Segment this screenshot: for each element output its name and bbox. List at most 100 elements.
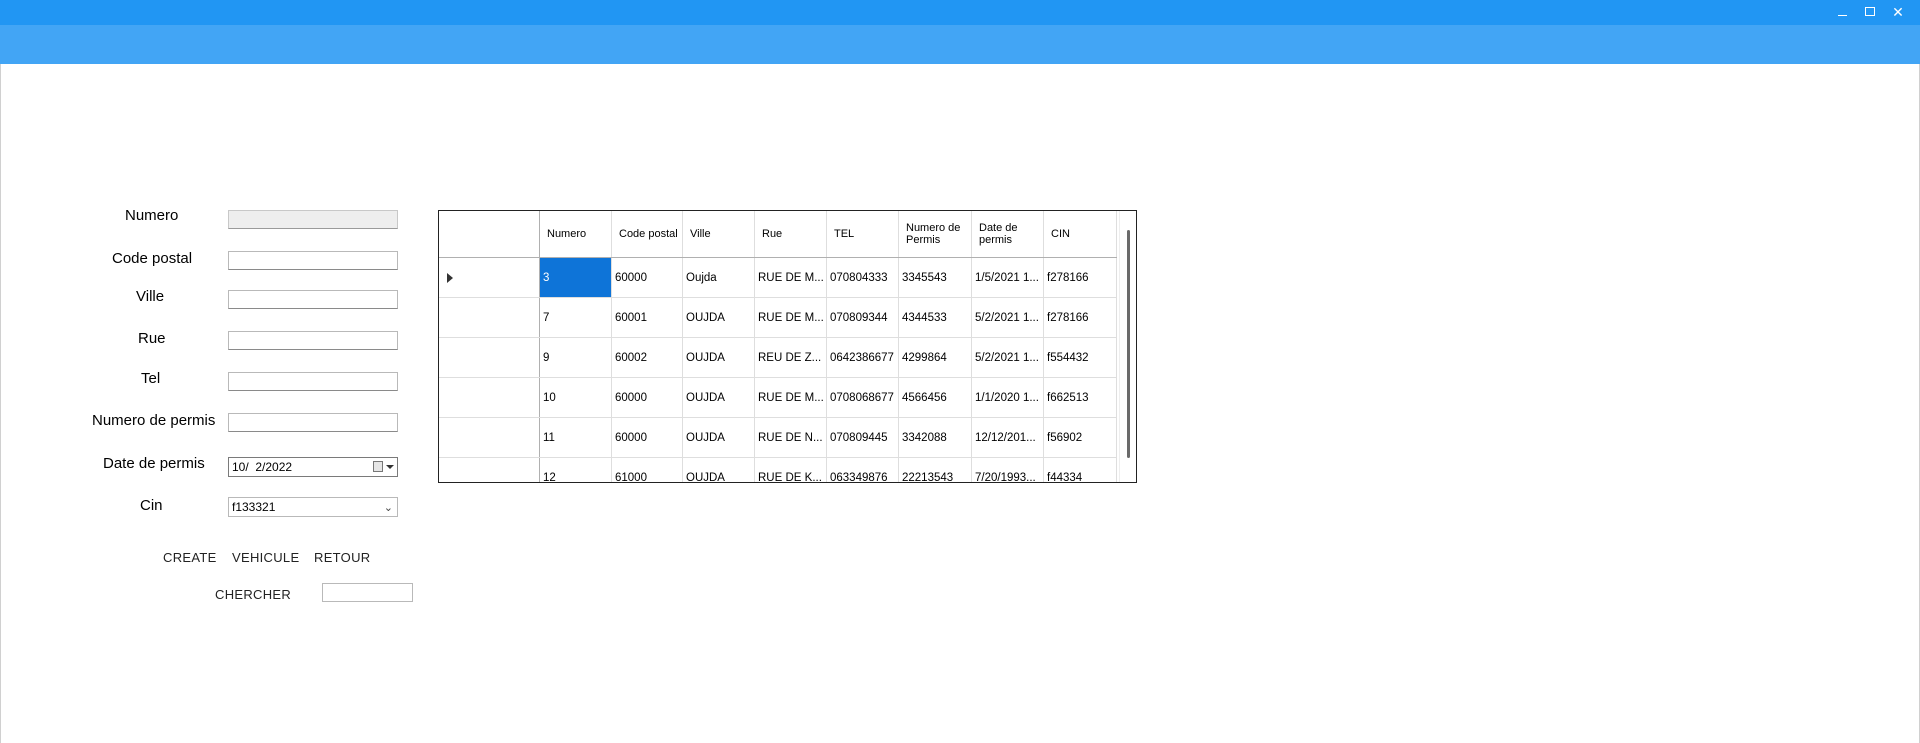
row-header[interactable]: [439, 458, 540, 482]
column-header[interactable]: Ville: [683, 211, 755, 257]
table-cell[interactable]: RUE DE M...: [755, 298, 827, 337]
numero-label: Numero: [125, 207, 179, 224]
table-cell[interactable]: 070809445: [827, 418, 899, 457]
table-cell[interactable]: RUE DE M...: [755, 378, 827, 417]
table-cell[interactable]: 12/12/201...: [972, 418, 1044, 457]
numero-permis-field[interactable]: [228, 413, 398, 432]
table-cell[interactable]: RUE DE N...: [755, 418, 827, 457]
table-cell[interactable]: OUJDA: [683, 418, 755, 457]
table-cell[interactable]: f44334: [1044, 458, 1117, 482]
vertical-scrollbar[interactable]: [1119, 211, 1136, 482]
table-cell[interactable]: OUJDA: [683, 378, 755, 417]
column-header[interactable]: Rue: [755, 211, 827, 257]
table-cell[interactable]: f554432: [1044, 338, 1117, 377]
cin-label: Cin: [140, 497, 163, 514]
table-cell[interactable]: 60002: [612, 338, 683, 377]
table-cell[interactable]: 10: [540, 378, 612, 417]
rue-field[interactable]: [228, 331, 398, 350]
table-row[interactable]: 12 61000 OUJDA RUE DE K... 063349876 22213543…: [439, 458, 1117, 482]
table-cell[interactable]: OUJDA: [683, 338, 755, 377]
table-cell[interactable]: 4299864: [899, 338, 972, 377]
table-cell[interactable]: 12: [540, 458, 612, 482]
table-cell[interactable]: OUJDA: [683, 458, 755, 482]
table-cell[interactable]: 4566456: [899, 378, 972, 417]
column-header[interactable]: Code postal: [612, 211, 683, 257]
tel-label: Tel: [141, 370, 161, 387]
data-grid[interactable]: Numero Code postal Ville Rue TEL Numero …: [438, 210, 1137, 483]
tel-field[interactable]: [228, 372, 398, 391]
table-cell[interactable]: 1/5/2021 1...: [972, 258, 1044, 297]
table-cell[interactable]: 11: [540, 418, 612, 457]
row-header[interactable]: [439, 298, 540, 337]
table-cell[interactable]: 3342088: [899, 418, 972, 457]
row-header[interactable]: [439, 378, 540, 417]
chercher-button[interactable]: CHERCHER: [215, 587, 291, 602]
calendar-icon[interactable]: [373, 461, 383, 472]
table-row[interactable]: 9 60002 OUJDA REU DE Z... 0642386677 4299864 5…: [439, 338, 1117, 378]
date-permis-picker[interactable]: 10/ 2/2022: [228, 457, 398, 477]
column-header[interactable]: Numero de Permis: [899, 211, 972, 257]
table-cell[interactable]: f56902: [1044, 418, 1117, 457]
table-cell[interactable]: 0708068677: [827, 378, 899, 417]
row-header[interactable]: [439, 338, 540, 377]
table-cell[interactable]: RUE DE K...: [755, 458, 827, 482]
table-cell[interactable]: 61000: [612, 458, 683, 482]
current-row-arrow-icon: [447, 273, 453, 283]
table-cell[interactable]: 9: [540, 338, 612, 377]
table-cell[interactable]: 1/1/2020 1...: [972, 378, 1044, 417]
table-cell[interactable]: 60000: [612, 378, 683, 417]
table-cell[interactable]: f278166: [1044, 298, 1117, 337]
close-button[interactable]: ✕: [1890, 3, 1906, 21]
table-row[interactable]: 10 60000 OUJDA RUE DE M... 0708068677 4566456…: [439, 378, 1117, 418]
maximize-button[interactable]: [1862, 3, 1878, 21]
table-cell[interactable]: f278166: [1044, 258, 1117, 297]
table-cell[interactable]: 070804333: [827, 258, 899, 297]
column-header[interactable]: Numero: [540, 211, 612, 257]
code-postal-field[interactable]: [228, 251, 398, 270]
search-input[interactable]: [322, 583, 413, 602]
vehicule-button[interactable]: VEHICULE: [232, 550, 299, 565]
dropdown-arrow-icon[interactable]: [386, 465, 394, 469]
table-cell[interactable]: 7: [540, 298, 612, 337]
table-cell[interactable]: 4344533: [899, 298, 972, 337]
scrollbar-thumb[interactable]: [1127, 230, 1130, 458]
date-permis-label: Date de permis: [103, 455, 205, 472]
table-row[interactable]: 7 60001 OUJDA RUE DE M... 070809344 4344533 5/…: [439, 298, 1117, 338]
table-cell[interactable]: RUE DE M...: [755, 258, 827, 297]
ville-label: Ville: [136, 288, 165, 305]
table-cell[interactable]: 070809344: [827, 298, 899, 337]
table-cell[interactable]: 3345543: [899, 258, 972, 297]
table-cell[interactable]: f662513: [1044, 378, 1117, 417]
table-cell[interactable]: 0642386677: [827, 338, 899, 377]
chevron-down-icon[interactable]: ⌄: [384, 501, 393, 514]
table-row[interactable]: 11 60000 OUJDA RUE DE N... 070809445 3342088 1…: [439, 418, 1117, 458]
table-row[interactable]: 3 60000 Oujda RUE DE M... 070804333 3345543 1/…: [439, 258, 1117, 298]
table-cell[interactable]: 063349876: [827, 458, 899, 482]
table-cell[interactable]: 5/2/2021 1...: [972, 298, 1044, 337]
title-bar: ✕: [0, 0, 1920, 25]
app-header-bar: [0, 25, 1920, 64]
column-header[interactable]: CIN: [1044, 211, 1117, 257]
row-header[interactable]: [439, 258, 540, 297]
cin-select[interactable]: f133321 ⌄: [228, 497, 398, 517]
close-icon: ✕: [1892, 4, 1904, 20]
row-header[interactable]: [439, 418, 540, 457]
table-cell[interactable]: 60001: [612, 298, 683, 337]
table-cell[interactable]: 22213543: [899, 458, 972, 482]
ville-field[interactable]: [228, 290, 398, 309]
table-cell[interactable]: OUJDA: [683, 298, 755, 337]
table-cell[interactable]: 3: [540, 258, 612, 297]
table-cell[interactable]: 7/20/1993...: [972, 458, 1044, 482]
minimize-button[interactable]: [1834, 3, 1850, 21]
table-cell[interactable]: 60000: [612, 418, 683, 457]
retour-button[interactable]: RETOUR: [314, 550, 370, 565]
column-header[interactable]: Date de permis: [972, 211, 1044, 257]
numero-field[interactable]: [228, 210, 398, 229]
table-cell[interactable]: 60000: [612, 258, 683, 297]
column-header[interactable]: TEL: [827, 211, 899, 257]
table-cell[interactable]: Oujda: [683, 258, 755, 297]
table-cell[interactable]: REU DE Z...: [755, 338, 827, 377]
maximize-icon: [1865, 7, 1875, 16]
table-cell[interactable]: 5/2/2021 1...: [972, 338, 1044, 377]
create-button[interactable]: CREATE: [163, 550, 217, 565]
